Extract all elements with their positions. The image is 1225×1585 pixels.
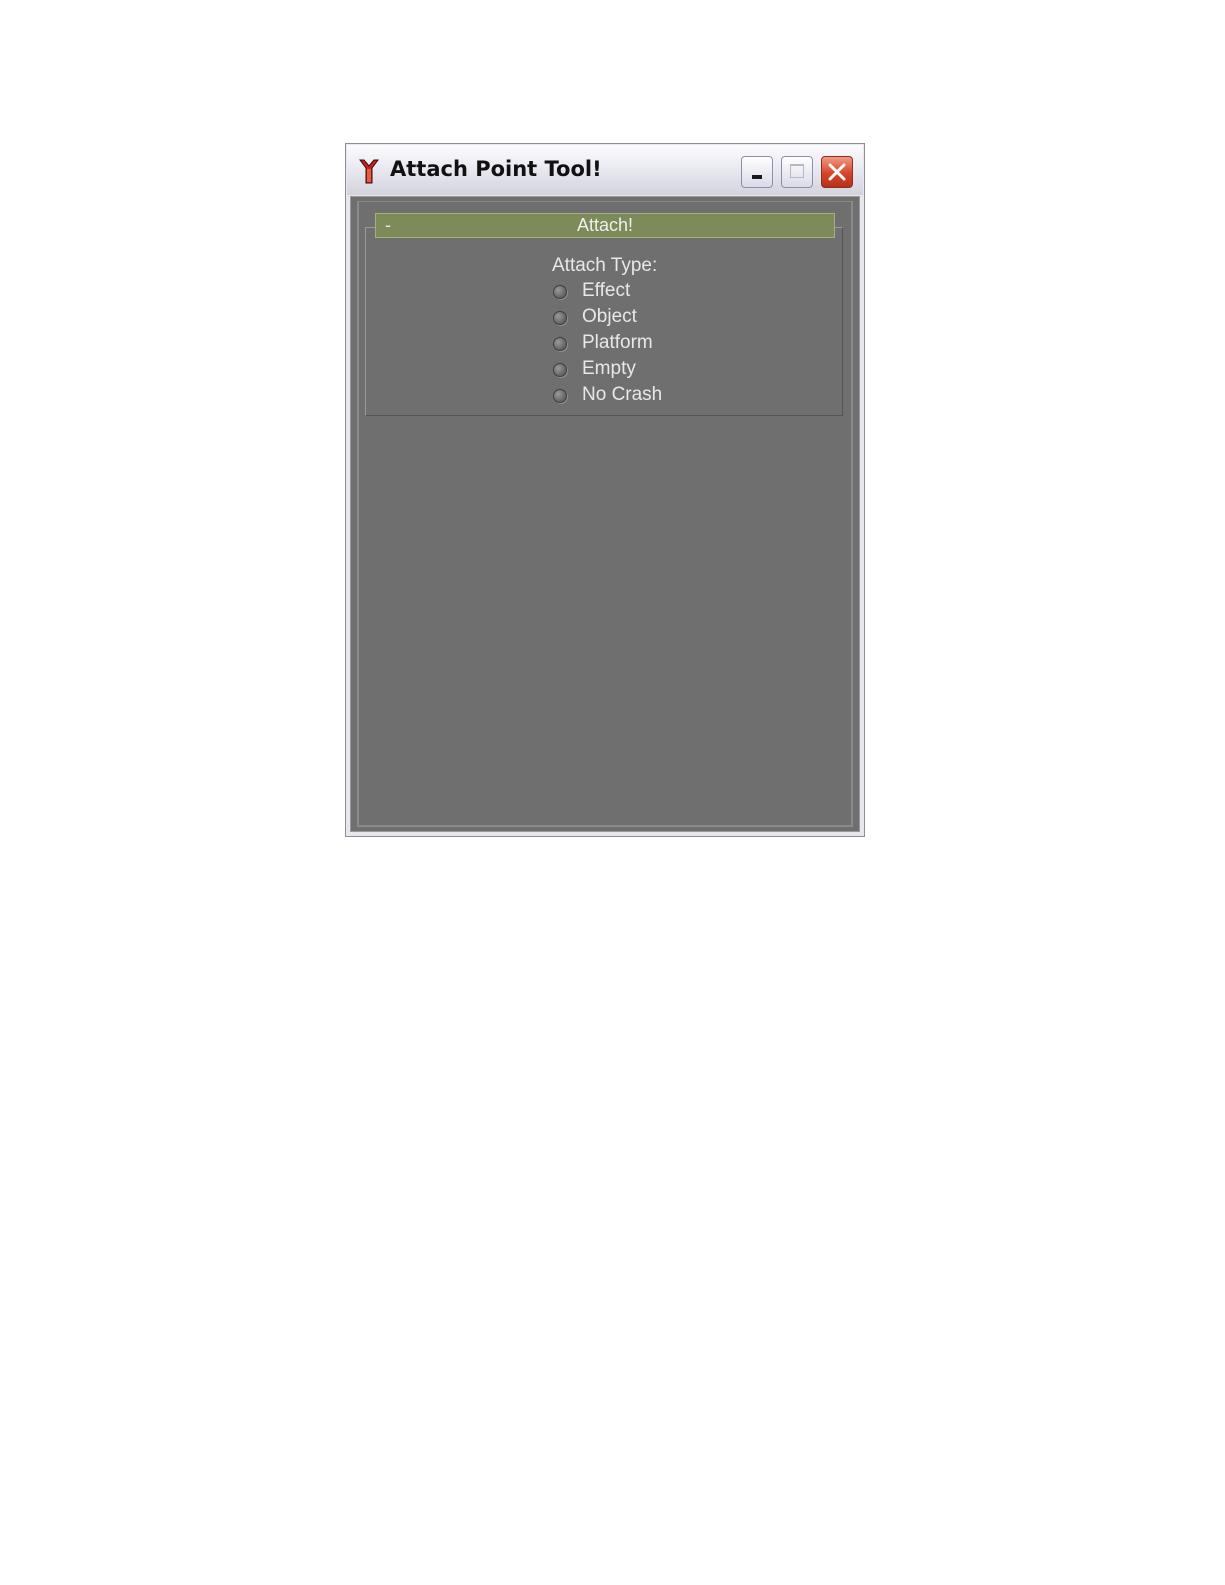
minimize-button[interactable] (741, 156, 773, 188)
client-area: - Attach! Attach Type: Effect Object Pla… (350, 196, 860, 832)
radio-option-platform[interactable]: Platform (553, 332, 693, 359)
close-button[interactable] (821, 156, 853, 188)
attach-rollout-header[interactable]: - Attach! (375, 213, 835, 238)
radio-label: Object (582, 306, 637, 327)
radio-option-object[interactable]: Object (553, 306, 693, 333)
radio-label: No Crash (582, 384, 663, 405)
minimize-icon (752, 175, 762, 179)
rollout-title: Attach! (576, 215, 634, 235)
radio-button-icon[interactable] (553, 337, 567, 351)
radio-button-icon[interactable] (553, 285, 567, 299)
title-bar[interactable]: Attach Point Tool! (347, 145, 863, 195)
radio-button-icon[interactable] (553, 363, 567, 377)
window-title: Attach Point Tool! (390, 157, 602, 181)
attach-type-radio-group: Effect Object Platform Empty No Crash (553, 280, 693, 411)
close-icon (828, 163, 846, 181)
radio-label: Empty (582, 358, 636, 379)
attach-point-tool-window: Attach Point Tool! - Attach! Attach Type… (345, 143, 865, 837)
app-icon (359, 159, 379, 184)
maximize-button[interactable] (781, 156, 813, 188)
radio-option-empty[interactable]: Empty (553, 358, 693, 385)
radio-label: Effect (582, 280, 631, 301)
radio-button-icon[interactable] (553, 389, 567, 403)
radio-button-icon[interactable] (553, 311, 567, 325)
attach-type-label: Attach Type: (552, 255, 658, 276)
radio-option-effect[interactable]: Effect (553, 280, 693, 307)
radio-option-no-crash[interactable]: No Crash (553, 384, 693, 411)
radio-label: Platform (582, 332, 653, 353)
maximize-icon (790, 164, 804, 178)
